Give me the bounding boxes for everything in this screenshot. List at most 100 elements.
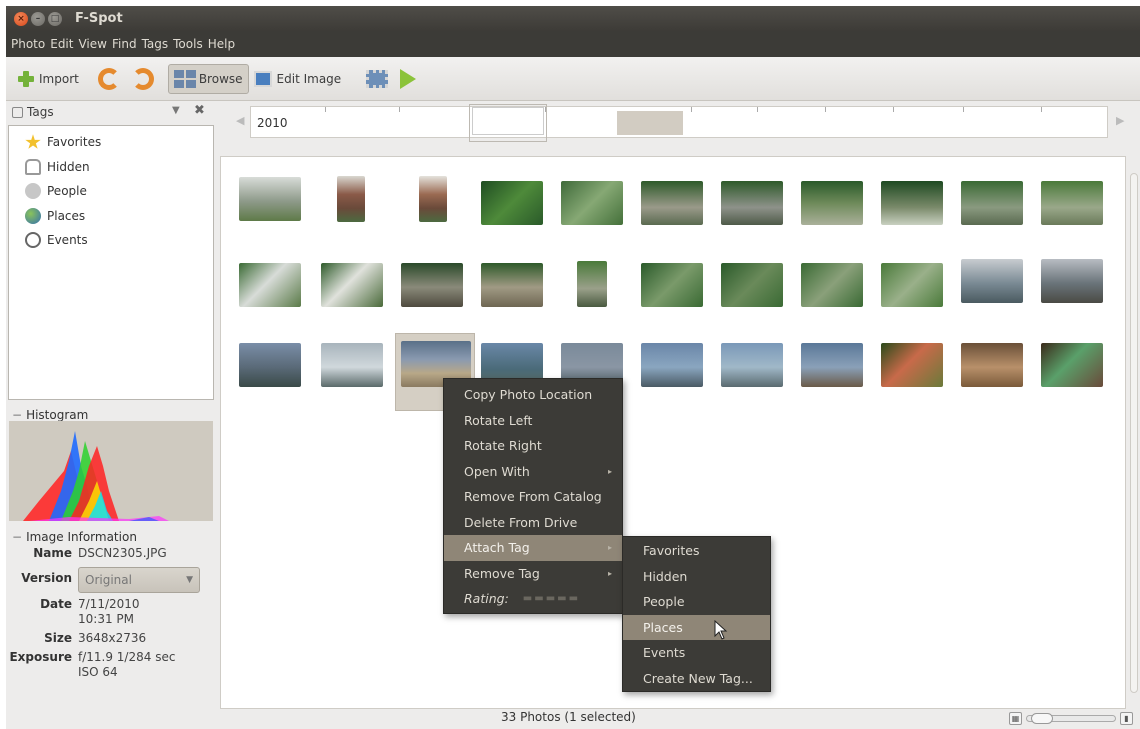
photo-thumbnail[interactable] xyxy=(419,176,447,222)
tag-item-hidden[interactable]: Hidden xyxy=(9,155,213,180)
photo-thumbnail[interactable] xyxy=(239,177,301,221)
menu-item-remove-from-catalog[interactable]: Remove From Catalog xyxy=(444,484,622,510)
timeline-right-arrow-icon[interactable]: ▶ xyxy=(1116,114,1124,127)
photo-thumbnail[interactable] xyxy=(577,261,607,307)
tag-item-events[interactable]: Events xyxy=(9,228,213,253)
iso-text: ISO 64 xyxy=(78,665,118,679)
histogram-header[interactable]: − Histogram xyxy=(12,408,88,422)
photo-thumbnail[interactable] xyxy=(1041,259,1103,303)
photo-thumbnail[interactable] xyxy=(721,343,783,387)
mouse-cursor-icon xyxy=(714,620,728,640)
window-title: F-Spot xyxy=(75,11,123,26)
photo-thumbnail[interactable] xyxy=(561,181,623,225)
photo-thumbnail[interactable] xyxy=(881,343,943,387)
rotate-right-icon[interactable] xyxy=(131,67,154,90)
zoom-out-icon[interactable]: ▦ xyxy=(1009,712,1022,725)
people-icon xyxy=(25,183,41,200)
tag-label: People xyxy=(47,184,87,199)
close-pane-icon[interactable]: ✖ xyxy=(194,103,205,118)
photo-thumbnail[interactable] xyxy=(721,181,783,225)
photo-thumbnail[interactable] xyxy=(401,263,463,307)
maximize-icon[interactable]: □ xyxy=(48,11,62,26)
import-button[interactable]: Import xyxy=(12,64,84,94)
browse-icon xyxy=(173,69,196,88)
browse-button[interactable]: Browse xyxy=(167,63,249,94)
menu-item-rating[interactable]: Rating: ▬▬▬▬▬ xyxy=(444,586,622,612)
edit-image-button[interactable]: Edit Image xyxy=(249,64,347,94)
photo-thumbnail[interactable] xyxy=(801,181,863,225)
menu-find[interactable]: Find xyxy=(112,37,137,51)
histogram-title: Histogram xyxy=(26,408,89,422)
zoom-control[interactable]: ▦ ▮ xyxy=(1009,712,1135,726)
name-label: Name xyxy=(33,546,72,560)
menu-view[interactable]: View xyxy=(78,37,106,51)
submenu-item-events[interactable]: Events xyxy=(623,640,770,666)
photo-thumbnail[interactable] xyxy=(881,263,943,307)
star-icon xyxy=(25,134,41,149)
size-label: Size xyxy=(44,631,72,645)
submenu-item-hidden[interactable]: Hidden xyxy=(623,564,770,590)
photo-thumbnail[interactable] xyxy=(321,263,383,307)
tag-item-people[interactable]: People xyxy=(9,179,213,204)
submenu-item-places[interactable]: Places xyxy=(623,614,770,640)
timeline-left-arrow-icon[interactable]: ◀ xyxy=(236,114,244,127)
menu-edit[interactable]: Edit xyxy=(50,37,73,51)
import-icon xyxy=(17,70,35,88)
photo-thumbnail[interactable] xyxy=(721,263,783,307)
globe-icon xyxy=(25,207,41,224)
context-menu: Copy Photo Location Rotate Left Rotate R… xyxy=(443,378,623,614)
menu-item-remove-tag[interactable]: Remove Tag ▸ xyxy=(444,561,622,587)
photo-thumbnail[interactable] xyxy=(239,343,301,387)
menu-item-rotate-right[interactable]: Rotate Right xyxy=(444,433,622,459)
menu-item-attach-tag[interactable]: Attach Tag ▸ xyxy=(444,535,622,561)
version-value: Original xyxy=(85,573,132,587)
image-info: Name DSCN2305.JPG Version Original ▼ Dat… xyxy=(6,546,216,684)
browse-label: Browse xyxy=(198,71,243,86)
timeline[interactable]: 2010 xyxy=(250,104,1108,142)
submenu-item-people[interactable]: People xyxy=(623,589,770,615)
menu-help[interactable]: Help xyxy=(208,37,235,51)
photo-thumbnail[interactable] xyxy=(481,263,543,307)
slideshow-icon[interactable] xyxy=(400,68,417,89)
submenu-item-favorites[interactable]: Favorites xyxy=(623,538,770,564)
photo-thumbnail[interactable] xyxy=(321,343,383,387)
menu-item-delete-from-drive[interactable]: Delete From Drive xyxy=(444,510,622,536)
menu-item-open-with[interactable]: Open With ▸ xyxy=(444,459,622,485)
photo-thumbnail[interactable] xyxy=(239,263,301,307)
close-icon[interactable]: × xyxy=(14,11,28,26)
tags-header: Tags ▼ ✖ xyxy=(6,101,216,123)
menu-tags[interactable]: Tags xyxy=(142,37,169,51)
dropdown-icon[interactable]: ▼ xyxy=(172,105,180,116)
photo-thumbnail[interactable] xyxy=(641,181,703,225)
photo-thumbnail[interactable] xyxy=(481,181,543,225)
photo-thumbnail[interactable] xyxy=(641,343,703,387)
menu-item-copy-photo-location[interactable]: Copy Photo Location xyxy=(444,382,622,408)
photo-thumbnail[interactable] xyxy=(1041,343,1103,387)
version-select[interactable]: Original ▼ xyxy=(78,567,200,593)
photo-thumbnail[interactable] xyxy=(801,263,863,307)
zoom-in-icon[interactable]: ▮ xyxy=(1120,712,1133,725)
fullscreen-icon[interactable] xyxy=(366,69,389,88)
tag-item-favorites[interactable]: Favorites xyxy=(9,130,213,155)
menu-item-rotate-left[interactable]: Rotate Left xyxy=(444,408,622,434)
photo-thumbnail[interactable] xyxy=(801,343,863,387)
photo-thumbnail[interactable] xyxy=(961,181,1023,225)
zoom-slider-handle[interactable] xyxy=(1031,713,1053,724)
toolbar: Import Browse Edit Image xyxy=(6,57,1140,101)
image-info-header[interactable]: − Image Information xyxy=(12,530,137,544)
photo-thumbnail[interactable] xyxy=(961,259,1023,303)
tag-item-places[interactable]: Places xyxy=(9,204,213,229)
clock-icon xyxy=(25,232,41,249)
vertical-scrollbar[interactable] xyxy=(1128,161,1138,706)
rotate-left-icon[interactable] xyxy=(97,67,120,90)
menu-photo[interactable]: Photo xyxy=(11,37,45,51)
photo-thumbnail[interactable] xyxy=(1041,181,1103,225)
submenu-item-create-new-tag[interactable]: Create New Tag... xyxy=(623,666,770,692)
photo-thumbnail[interactable] xyxy=(881,181,943,225)
photo-thumbnail[interactable] xyxy=(641,263,703,307)
date-value: 7/11/2010 10:31 PM xyxy=(78,597,140,627)
minimize-icon[interactable]: – xyxy=(31,11,45,26)
photo-thumbnail[interactable] xyxy=(337,176,365,222)
menu-tools[interactable]: Tools xyxy=(173,37,203,51)
photo-thumbnail[interactable] xyxy=(961,343,1023,387)
